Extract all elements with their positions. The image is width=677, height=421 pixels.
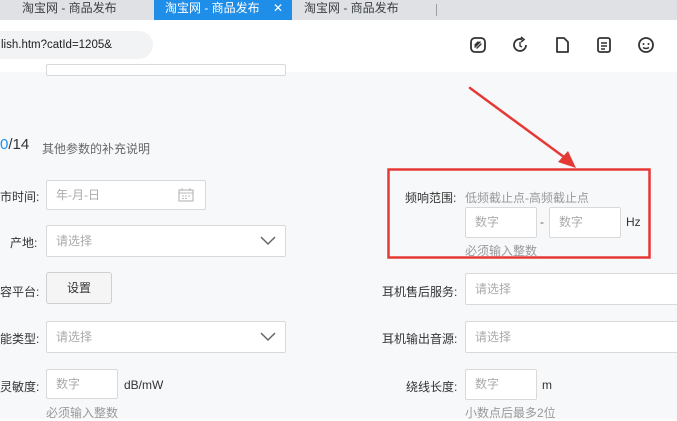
highlight-box <box>387 168 651 259</box>
annotation-arrow-line <box>468 86 570 162</box>
annotation-overlay <box>387 86 651 259</box>
